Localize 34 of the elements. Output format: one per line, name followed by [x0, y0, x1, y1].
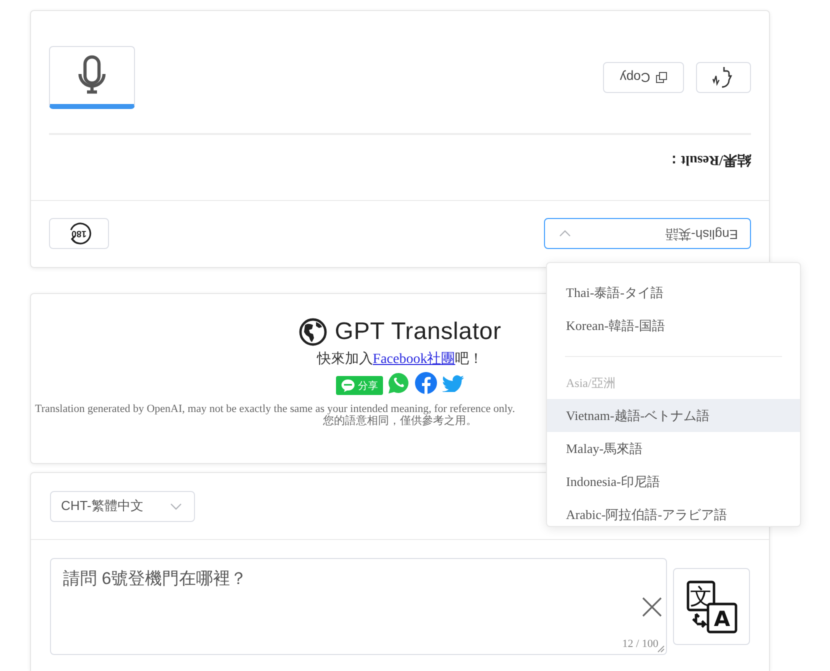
microphone-icon [76, 56, 108, 96]
copy-icon [656, 72, 668, 83]
globe-icon [298, 318, 327, 346]
close-icon [642, 597, 662, 617]
facebook-icon [415, 372, 437, 394]
disclaimer-text: Translation generated by OpenAI, may not be exactly the same as your intended meaning, for reference only. [35, 403, 515, 415]
language-option[interactable]: Thai-泰語-タイ語 [547, 276, 800, 309]
language-option[interactable]: Vietnam-越語-ベトナム語 [547, 399, 800, 432]
language-select[interactable]: CHT-繁體中文 [50, 490, 195, 522]
chevron-icon [559, 230, 571, 238]
join-text: 快來加入Facebook社團吧！ [316, 350, 484, 368]
language-option[interactable]: Arabic-阿拉伯語-アラビア語 [547, 498, 800, 531]
resize-handle-icon [657, 645, 666, 653]
translate-button[interactable]: 文 A [673, 568, 750, 645]
facebook-group-link[interactable]: Facebook社團 [372, 352, 456, 367]
result-label: 結果/Result： [666, 151, 751, 168]
rotate-button[interactable]: 180 [49, 218, 109, 250]
language-option[interactable]: Korean-韓語-国語 [547, 309, 800, 342]
twitter-icon [442, 374, 464, 392]
language-option[interactable]: Indonesia-印尼語 [547, 465, 800, 498]
microphone-button[interactable] [49, 46, 135, 109]
app-title: GPT Translator [334, 318, 502, 346]
language-option[interactable]: Malay-馬來語 [547, 432, 800, 465]
language-select[interactable]: English-英語 [544, 218, 751, 250]
character-counter: 12 / 100 [622, 638, 658, 650]
group-label: Asia/亞洲 [565, 375, 616, 392]
copy-button[interactable]: Copy [603, 62, 684, 93]
chevron-icon [170, 502, 182, 510]
whatsapp-icon [388, 372, 410, 394]
chat-bubble-icon [341, 379, 355, 392]
text-input[interactable]: 請問 6號登機門在哪裡？ 12 / 100 [50, 558, 668, 655]
clear-button[interactable] [642, 597, 662, 617]
speak-button[interactable] [696, 62, 751, 93]
disclaimer-text: 您的語意相同，僅供參考之用。 [323, 415, 477, 427]
